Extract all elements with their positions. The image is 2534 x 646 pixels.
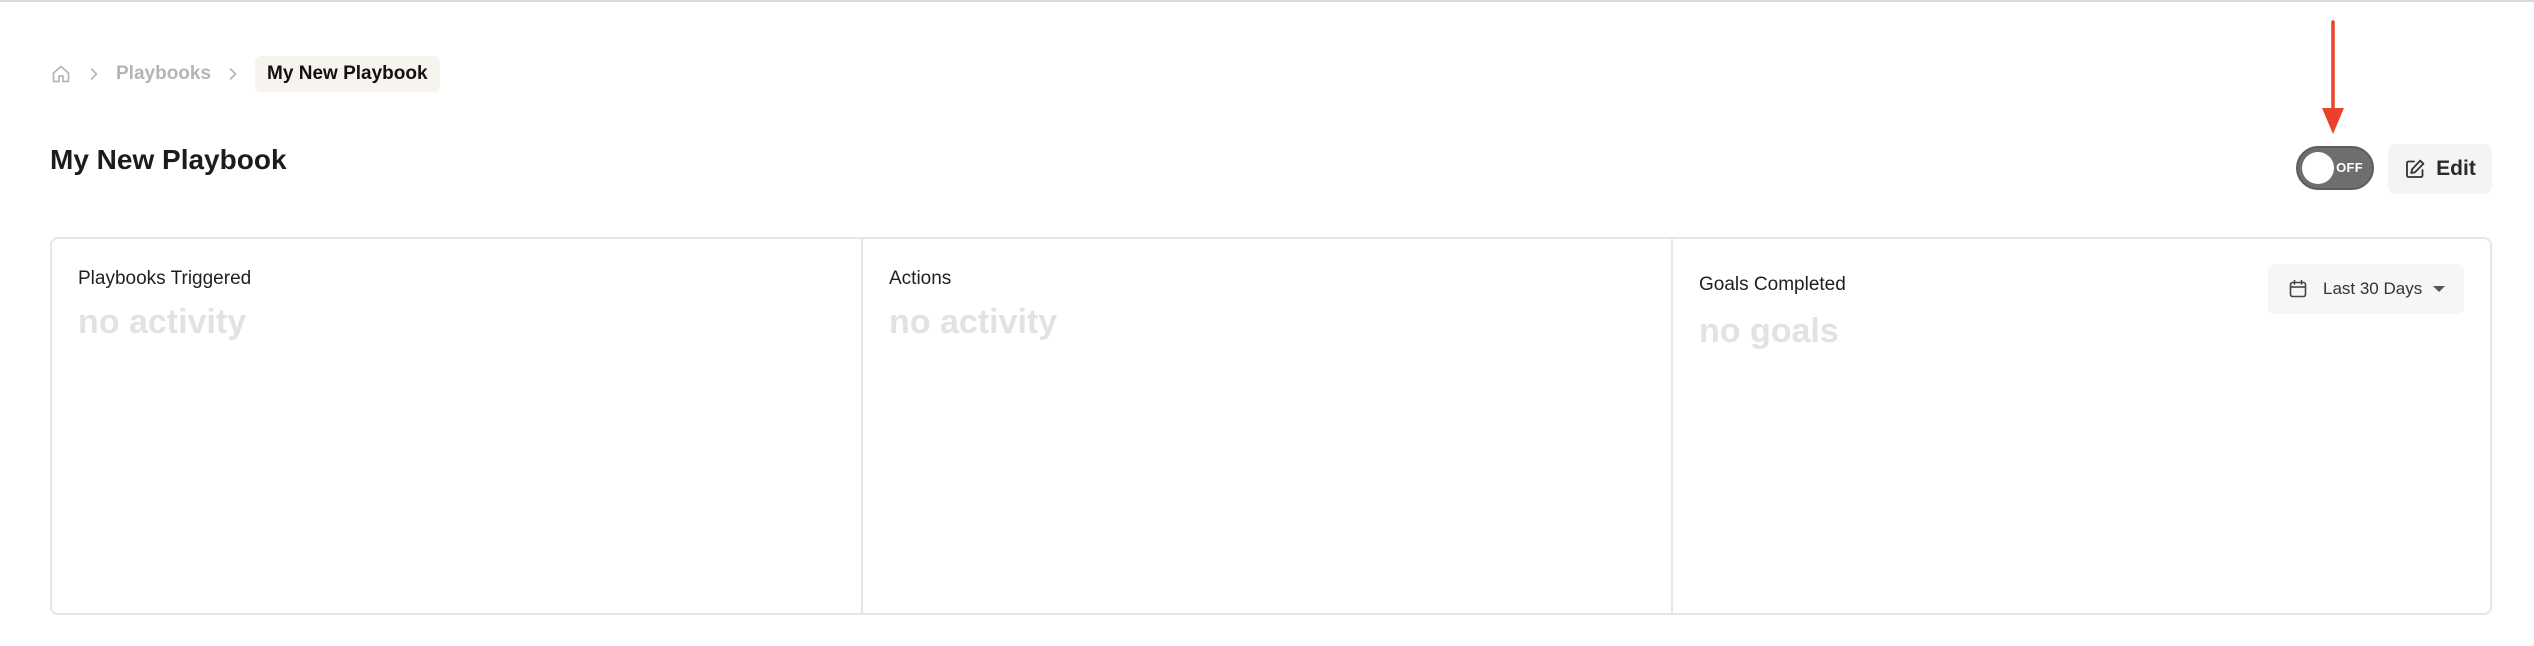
breadcrumb: Playbooks My New Playbook (50, 56, 440, 92)
edit-icon (2404, 158, 2426, 180)
toggle-knob (2302, 152, 2334, 184)
stat-value: no goals (1699, 312, 1839, 350)
home-icon[interactable] (50, 63, 72, 85)
playbook-active-toggle[interactable]: OFF (2296, 146, 2374, 190)
edit-button[interactable]: Edit (2388, 144, 2492, 194)
chevron-right-icon (86, 66, 102, 82)
stat-value: no activity (889, 303, 1058, 341)
toggle-state-label: OFF (2336, 160, 2363, 175)
breadcrumb-playbooks-link[interactable]: Playbooks (116, 63, 211, 85)
stat-card-playbooks-triggered: Playbooks Triggered no activity (52, 239, 863, 613)
page-title: My New Playbook (50, 144, 287, 175)
chevron-right-icon (225, 66, 241, 82)
breadcrumb-current: My New Playbook (255, 56, 440, 92)
date-range-label: Last 30 Days (2323, 279, 2423, 298)
stat-label: Actions (889, 268, 952, 289)
edit-button-label: Edit (2436, 157, 2476, 180)
stat-label: Playbooks Triggered (78, 268, 252, 289)
stats-panel: Playbooks Triggered no activity Actions … (50, 237, 2492, 615)
top-divider (0, 0, 2534, 2)
stat-label: Goals Completed (1699, 274, 1846, 295)
calendar-icon (2288, 279, 2308, 299)
stat-card-actions: Actions no activity (863, 239, 1673, 613)
chevron-down-icon (2432, 284, 2446, 294)
annotation-arrow-icon (2322, 20, 2344, 134)
stat-card-goals-completed: Goals Completed no goals Last 30 Days (1673, 239, 2490, 613)
stat-value: no activity (78, 303, 247, 341)
date-range-dropdown[interactable]: Last 30 Days (2268, 264, 2464, 314)
